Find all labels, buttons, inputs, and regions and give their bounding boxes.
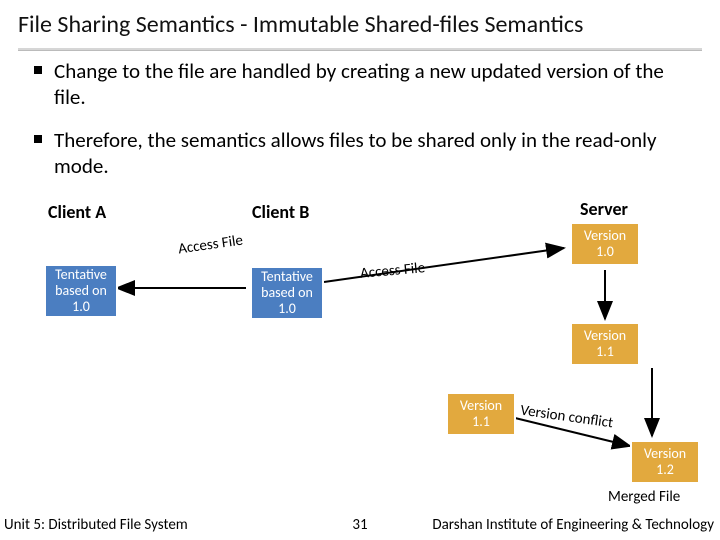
client-a-label: Client A: [48, 201, 106, 223]
server-v12-text: Version 1.2: [636, 446, 694, 478]
server-v11-box: Version 1.1: [570, 322, 640, 366]
bullet-text: Therefore, the semantics allows files to…: [54, 127, 656, 179]
tentative-a-box: Tentative based on 1.0: [44, 264, 118, 318]
bullet-item: Change to the file are handled by creati…: [34, 58, 694, 111]
tentative-b-box: Tentative based on 1.0: [250, 266, 324, 320]
server-v11-text: Version 1.1: [576, 328, 634, 360]
server-v10-text: Version 1.0: [576, 228, 634, 260]
bullet-icon: [34, 66, 42, 74]
slide-title: File Sharing Semantics - Immutable Share…: [18, 10, 583, 39]
merged-file-label: Merged File: [608, 488, 680, 506]
bullet-icon: [34, 135, 42, 143]
footer-right: Darshan Institute of Engineering & Techn…: [432, 516, 714, 534]
version-conflict-label: Version conflict: [519, 402, 614, 433]
client-v11-text: Version 1.1: [452, 398, 510, 430]
tentative-a-text: Tentative based on 1.0: [50, 267, 112, 315]
access-file-right-label: Access File: [359, 259, 426, 283]
access-file-left-label: Access File: [177, 232, 244, 259]
slide: File Sharing Semantics - Immutable Share…: [0, 0, 720, 540]
tentative-b-text: Tentative based on 1.0: [256, 269, 318, 317]
bullet-item: Therefore, the semantics allows files to…: [34, 127, 694, 180]
server-v12-box: Version 1.2: [630, 440, 700, 484]
client-b-label: Client B: [252, 201, 309, 223]
server-label: Server: [580, 198, 628, 220]
bullet-list: Change to the file are handled by creati…: [34, 58, 694, 195]
client-v11-box: Version 1.1: [446, 392, 516, 436]
server-v10-box: Version 1.0: [570, 222, 640, 266]
bullet-text: Change to the file are handled by creati…: [54, 58, 664, 110]
title-divider: [18, 48, 702, 51]
